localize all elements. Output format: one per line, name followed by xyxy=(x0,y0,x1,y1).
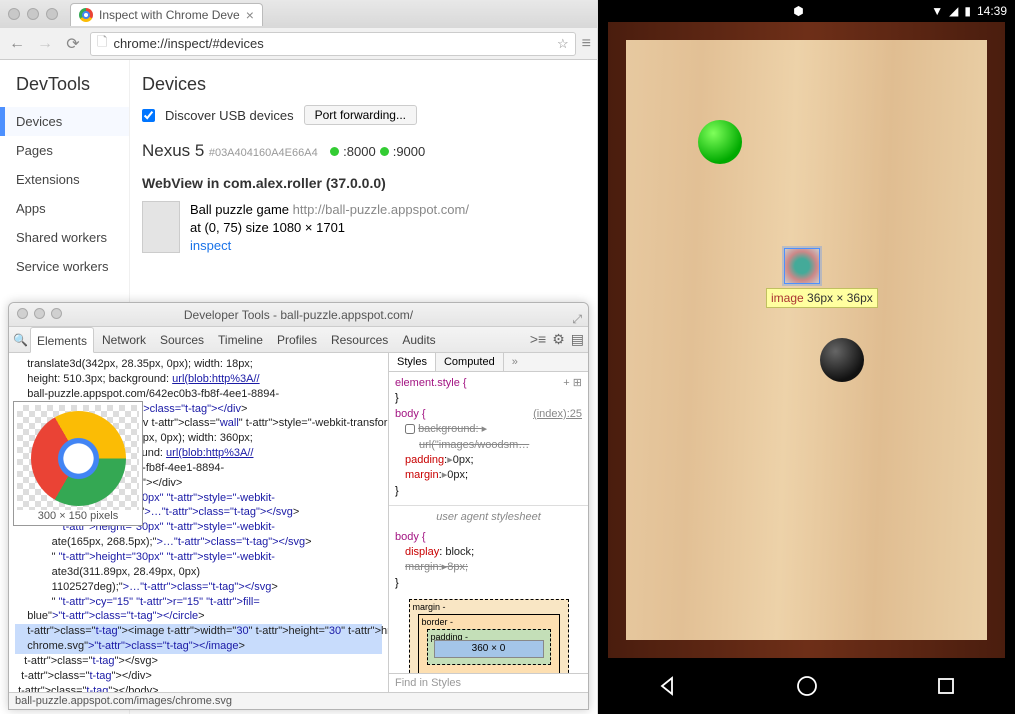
devtools-window-controls[interactable] xyxy=(17,308,62,319)
inspected-image-element[interactable] xyxy=(784,248,820,284)
sidebar-item-service-workers[interactable]: Service workers xyxy=(16,252,129,281)
game-playfield[interactable]: image 36px × 36px xyxy=(626,40,987,640)
target-url: http://ball-puzzle.appspot.com/ xyxy=(293,202,469,217)
page-icon: 🗋 xyxy=(97,33,107,55)
tab-audits[interactable]: Audits xyxy=(396,327,441,353)
inspect-icon[interactable]: 🔍 xyxy=(13,333,28,347)
port-9000: :9000 xyxy=(393,144,426,159)
browser-toolbar: ← → ⟳ 🗋 chrome://inspect/#devices ☆ ≡ xyxy=(0,28,597,60)
url-text: chrome://inspect/#devices xyxy=(113,36,263,51)
tab-network[interactable]: Network xyxy=(96,327,152,353)
dark-ball[interactable] xyxy=(820,338,864,382)
tab-close-icon[interactable]: × xyxy=(246,7,254,23)
reload-button[interactable]: ⟳ xyxy=(62,33,84,55)
bookmark-icon[interactable]: ☆ xyxy=(557,36,569,52)
devtools-titlebar: Developer Tools - ball-puzzle.appspot.co… xyxy=(9,303,588,327)
target-thumbnail xyxy=(142,201,180,253)
window-controls[interactable] xyxy=(8,8,58,20)
devtools-statusbar: ball-puzzle.appspot.com/images/chrome.sv… xyxy=(9,692,588,709)
sidebar-item-devices[interactable]: Devices xyxy=(0,107,129,136)
element-tooltip: image 36px × 36px xyxy=(766,288,878,308)
styles-tab[interactable]: Styles xyxy=(389,353,436,371)
tab-timeline[interactable]: Timeline xyxy=(212,327,269,353)
page-title: Devices xyxy=(142,74,585,95)
image-preview-tooltip: 300 × 150 pixels xyxy=(13,401,143,526)
forward-button[interactable]: → xyxy=(34,33,56,55)
sidebar-item-shared-workers[interactable]: Shared workers xyxy=(16,223,129,252)
tab-elements[interactable]: Elements xyxy=(30,327,94,353)
android-statusbar: ⬢ ▼ ◢ ▮ 14:39 xyxy=(598,0,1015,22)
sidebar-item-apps[interactable]: Apps xyxy=(16,194,129,223)
url-bar[interactable]: 🗋 chrome://inspect/#devices ☆ xyxy=(90,32,576,56)
drawer-icon[interactable]: ▤ xyxy=(571,331,584,348)
signal-icon: ◢ xyxy=(949,4,958,18)
find-in-styles[interactable]: Find in Styles xyxy=(389,673,588,692)
tab-title: Inspect with Chrome Deve xyxy=(99,8,240,22)
tab-sources[interactable]: Sources xyxy=(154,327,210,353)
settings-icon[interactable]: ⚙ xyxy=(552,331,565,348)
port-status-dot-icon xyxy=(330,147,339,156)
inspect-link[interactable]: inspect xyxy=(190,238,231,253)
chrome-logo-icon xyxy=(31,411,126,506)
back-button[interactable] xyxy=(654,672,682,700)
port-8000: :8000 xyxy=(343,144,376,159)
webview-title: WebView in com.alex.roller (37.0.0.0) xyxy=(142,175,585,191)
rule-checkbox[interactable] xyxy=(405,424,415,434)
port-forwarding-button[interactable]: Port forwarding... xyxy=(304,105,417,125)
battery-icon: ▮ xyxy=(964,4,971,18)
back-button[interactable]: ← xyxy=(6,33,28,55)
devtools-heading: DevTools xyxy=(16,74,129,95)
expand-icon[interactable]: ⤢ xyxy=(572,307,582,331)
window-titlebar: Inspect with Chrome Deve × xyxy=(0,0,597,28)
android-device-screen: ⬢ ▼ ◢ ▮ 14:39 image 36px × 36px xyxy=(598,0,1015,714)
discover-usb-label: Discover USB devices xyxy=(165,108,294,123)
console-toggle-icon[interactable]: >≡ xyxy=(530,331,546,348)
computed-tab[interactable]: Computed xyxy=(436,353,504,371)
android-navbar xyxy=(598,658,1015,714)
green-ball[interactable] xyxy=(698,120,742,164)
target-meta: at (0, 75) size 1080 × 1701 xyxy=(190,220,345,235)
device-name: Nexus 5 xyxy=(142,141,204,160)
more-tabs-icon[interactable]: » xyxy=(504,353,526,371)
clock: 14:39 xyxy=(977,4,1007,18)
target-title: Ball puzzle game xyxy=(190,202,289,217)
menu-icon[interactable]: ≡ xyxy=(582,35,591,53)
styles-pane[interactable]: element.style { + ⊞ } body {(index):25 b… xyxy=(389,372,588,673)
recents-button[interactable] xyxy=(932,672,960,700)
favicon-icon xyxy=(79,8,93,22)
discover-usb-checkbox[interactable] xyxy=(142,109,155,122)
wifi-icon: ▼ xyxy=(931,4,943,18)
browser-tab[interactable]: Inspect with Chrome Deve × xyxy=(70,3,263,26)
device-id: #03A404160A4E66A4 xyxy=(209,147,318,159)
box-model: margin - border - padding - 360 × 0 xyxy=(409,599,569,673)
tab-resources[interactable]: Resources xyxy=(325,327,394,353)
debug-icon: ⬢ xyxy=(793,4,803,18)
tab-profiles[interactable]: Profiles xyxy=(271,327,323,353)
sidebar-item-pages[interactable]: Pages xyxy=(16,136,129,165)
home-button[interactable] xyxy=(793,672,821,700)
port-status-dot-icon xyxy=(380,147,389,156)
game-frame: image 36px × 36px xyxy=(608,22,1005,658)
sidebar-item-extensions[interactable]: Extensions xyxy=(16,165,129,194)
devtools-window: Developer Tools - ball-puzzle.appspot.co… xyxy=(8,302,589,710)
